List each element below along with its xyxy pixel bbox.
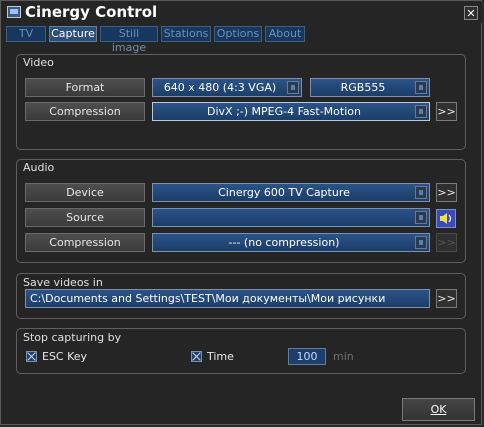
video-compression-button[interactable]: Compression [25, 102, 145, 121]
audio-device-button[interactable]: Device [25, 183, 145, 202]
dropdown-arrow-icon [415, 186, 427, 199]
tab-tv[interactable]: TV [6, 26, 46, 42]
stop-capturing-group-label: Stop capturing by [23, 331, 122, 344]
video-compression-value: DivX ;-) MPEG-4 Fast-Motion [207, 105, 361, 118]
audio-compression-settings-button[interactable]: >> [436, 233, 457, 252]
close-button[interactable]: ✕ [464, 6, 478, 20]
dropdown-arrow-icon [415, 211, 427, 224]
title-bar[interactable]: Cinergy Control ✕ [2, 2, 482, 23]
audio-device-select[interactable]: Cinergy 600 TV Capture [152, 183, 430, 202]
esc-key-label: ESC Key [42, 350, 88, 363]
video-group-label: Video [23, 56, 54, 69]
time-unit-label: min [333, 350, 354, 363]
time-minutes-input[interactable]: 100 [288, 348, 326, 365]
format-value: 640 x 480 (4:3 VGA) [163, 81, 277, 94]
esc-key-checkbox[interactable] [26, 351, 37, 362]
time-label: Time [207, 350, 234, 363]
audio-source-button[interactable]: Source [25, 208, 145, 227]
time-checkbox[interactable] [191, 351, 202, 362]
browse-folder-button[interactable]: >> [436, 289, 457, 308]
dropdown-arrow-icon [415, 81, 427, 94]
dropdown-arrow-icon [415, 236, 427, 249]
tab-about[interactable]: About [265, 26, 305, 42]
speaker-icon[interactable] [436, 209, 456, 228]
cinergy-control-window: Cinergy Control ✕ TV Capture Still image… [0, 0, 482, 425]
dropdown-arrow-icon [415, 105, 427, 118]
format-select[interactable]: 640 x 480 (4:3 VGA) [152, 78, 302, 97]
colorspace-value: RGB555 [340, 81, 386, 94]
save-path-field[interactable]: C:\Documents and Settings\TEST\Мои докум… [25, 289, 430, 308]
audio-device-value: Cinergy 600 TV Capture [218, 186, 350, 199]
ok-button[interactable]: OK [402, 398, 475, 421]
tab-stations[interactable]: Stations [161, 26, 211, 42]
tab-capture[interactable]: Capture [49, 26, 97, 42]
dropdown-arrow-icon [287, 81, 299, 94]
audio-source-select[interactable] [152, 208, 430, 227]
save-videos-group-label: Save videos in [23, 276, 103, 289]
app-icon [7, 6, 21, 18]
video-compression-select[interactable]: DivX ;-) MPEG-4 Fast-Motion [152, 102, 430, 121]
tab-still-image[interactable]: Still image [100, 26, 158, 54]
format-button[interactable]: Format [25, 78, 145, 97]
tab-options[interactable]: Options [214, 26, 262, 42]
video-compression-settings-button[interactable]: >> [436, 102, 457, 121]
window-title: Cinergy Control [25, 3, 158, 21]
audio-compression-select[interactable]: --- (no compression) [152, 233, 430, 252]
colorspace-select[interactable]: RGB555 [310, 78, 430, 97]
audio-device-settings-button[interactable]: >> [436, 183, 457, 202]
audio-compression-button[interactable]: Compression [25, 233, 145, 252]
audio-compression-value: --- (no compression) [228, 236, 340, 249]
audio-group-label: Audio [23, 161, 55, 174]
